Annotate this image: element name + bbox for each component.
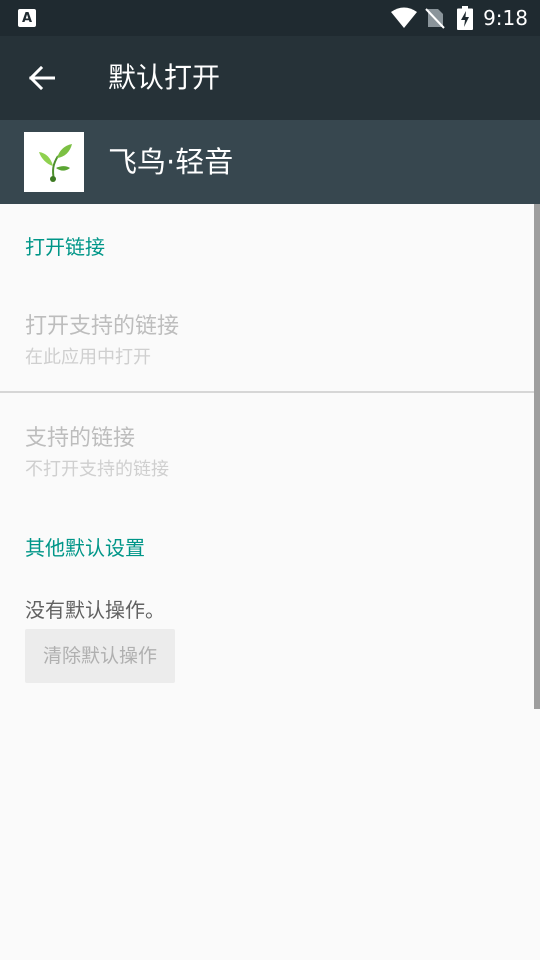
app-icon xyxy=(24,132,84,192)
scrollbar[interactable] xyxy=(534,204,540,709)
section-header-open-links: 打开链接 xyxy=(25,235,105,259)
wifi-icon xyxy=(391,7,418,28)
pref-open-supported-links-summary: 在此应用中打开 xyxy=(25,347,151,368)
clear-defaults-button[interactable]: 清除默认操作 xyxy=(25,629,175,683)
notification-app-icon-letter: A xyxy=(21,10,33,26)
status-bar: A 9:18 xyxy=(0,0,540,36)
battery-charging-icon xyxy=(457,6,474,30)
pref-supported-links-title: 支持的链接 xyxy=(25,426,136,451)
notification-app-icon: A xyxy=(18,9,36,27)
page-title: 默认打开 xyxy=(108,61,221,94)
status-time: 9:18 xyxy=(483,6,528,30)
app-name: 飞鸟·轻音 xyxy=(108,145,234,179)
no-default-actions-text: 没有默认操作。 xyxy=(25,598,165,622)
status-icons: 9:18 xyxy=(391,0,540,36)
back-button[interactable] xyxy=(20,56,64,100)
pref-supported-links-summary: 不打开支持的链接 xyxy=(25,459,169,480)
toolbar: 默认打开 xyxy=(0,36,540,120)
app-header: 飞鸟·轻音 xyxy=(0,120,540,204)
pref-open-supported-links-title: 打开支持的链接 xyxy=(25,314,180,339)
arrow-back-icon xyxy=(29,66,55,90)
no-sim-icon xyxy=(425,8,445,29)
section-header-other-defaults: 其他默认设置 xyxy=(25,536,145,560)
settings-content: 打开链接 打开支持的链接 在此应用中打开 支持的链接 不打开支持的链接 其他默认… xyxy=(0,204,540,960)
bird-leaf-logo-icon xyxy=(39,144,72,182)
divider xyxy=(0,391,540,393)
